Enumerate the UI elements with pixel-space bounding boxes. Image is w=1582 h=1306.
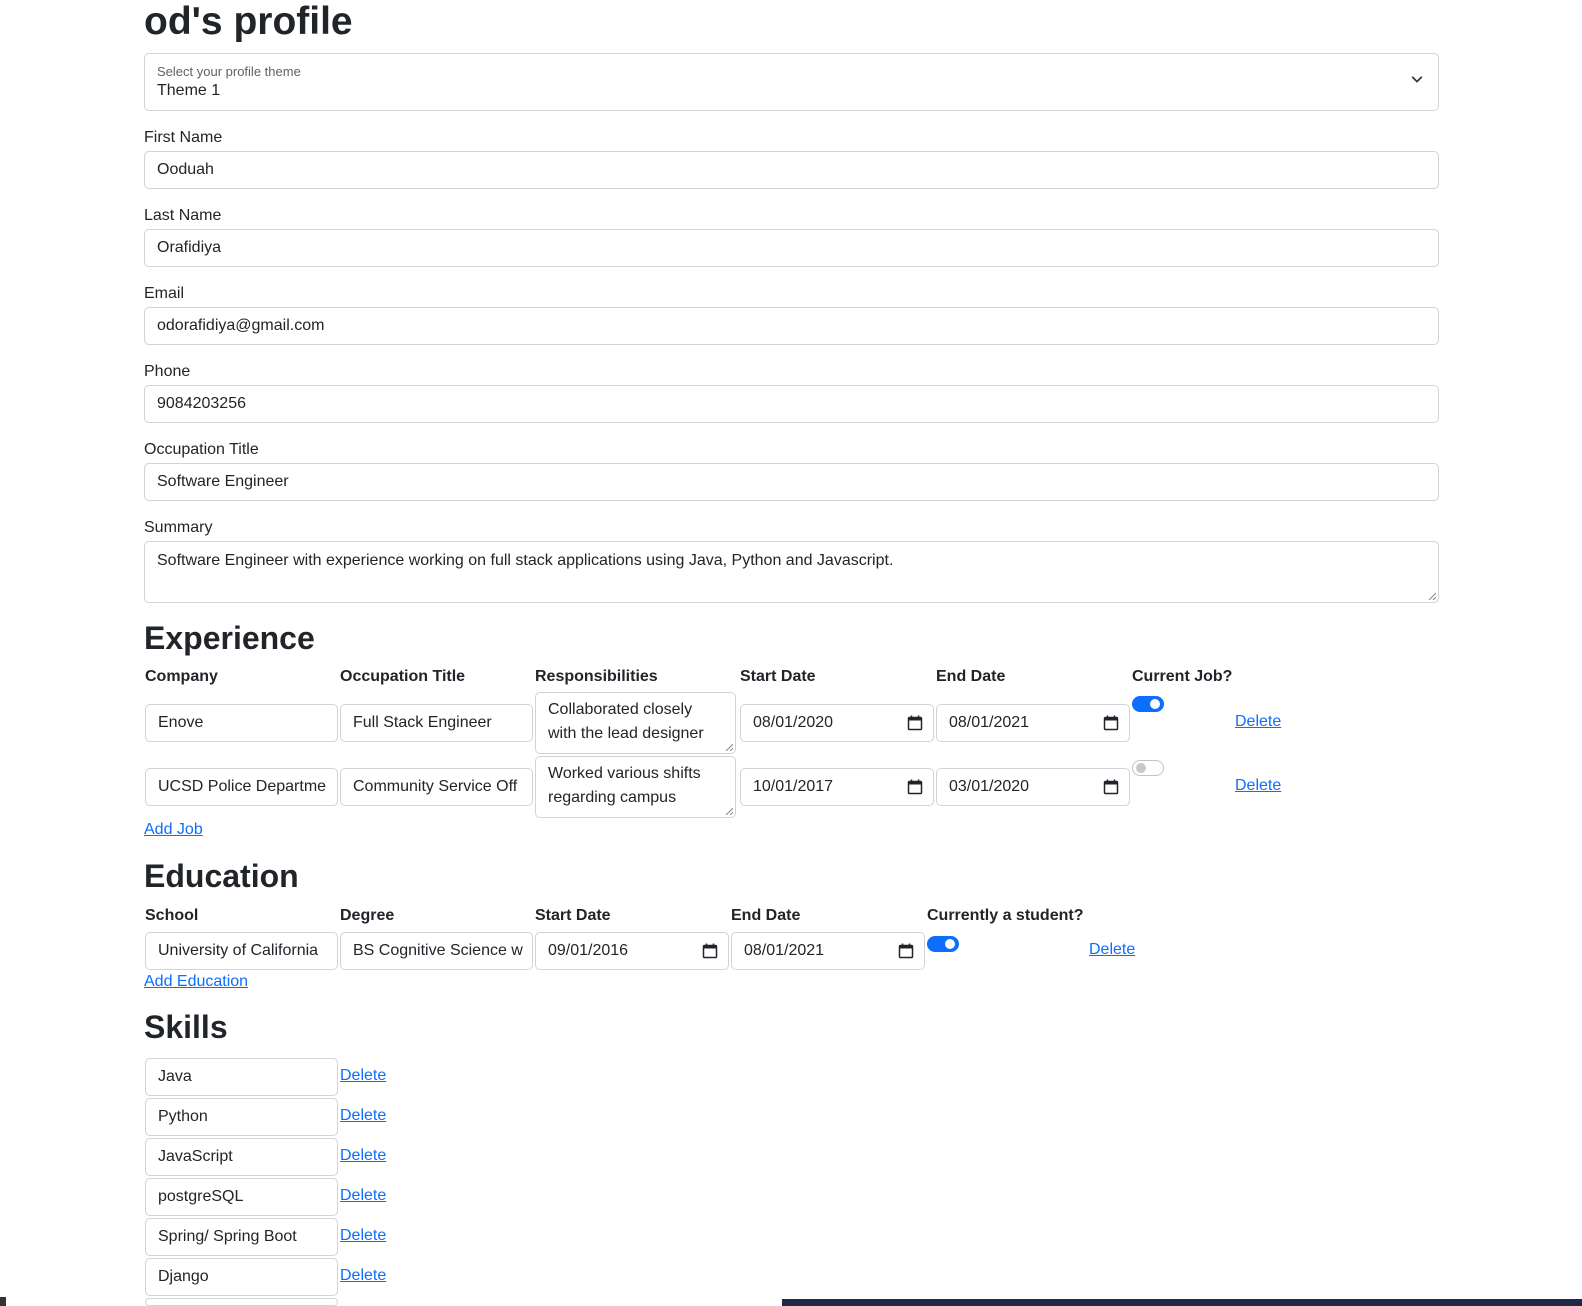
- calendar-icon[interactable]: [907, 779, 923, 795]
- col-start-date: Start Date: [740, 668, 816, 685]
- delete-skill-link[interactable]: Delete: [340, 1067, 386, 1085]
- education-school-input[interactable]: University of California: [145, 932, 338, 970]
- experience-end-date-input[interactable]: 08/01/2021: [936, 704, 1130, 742]
- calendar-icon[interactable]: [702, 943, 718, 959]
- col-school: School: [145, 907, 199, 924]
- theme-select[interactable]: Select your profile theme Theme 1: [144, 53, 1439, 111]
- start-date-value: 10/01/2017: [753, 778, 834, 795]
- calendar-icon[interactable]: [1103, 779, 1119, 795]
- col-occupation-title: Occupation Title: [340, 668, 466, 685]
- calendar-icon[interactable]: [907, 715, 923, 731]
- delete-education-link[interactable]: Delete: [1089, 941, 1135, 959]
- calendar-icon[interactable]: [1103, 715, 1119, 731]
- phone-label: Phone: [144, 363, 191, 380]
- theme-select-value: Theme 1: [157, 82, 221, 99]
- col-degree: Degree: [340, 907, 395, 924]
- toggle-knob: [1136, 763, 1146, 773]
- summary-label: Summary: [144, 519, 213, 536]
- last-name-input[interactable]: Orafidiya: [144, 229, 1439, 267]
- summary-textarea[interactable]: Software Engineer with experience workin…: [144, 541, 1439, 603]
- taskbar-strip: [782, 1299, 1582, 1306]
- summary-text: Software Engineer with experience workin…: [157, 552, 894, 569]
- add-job-link[interactable]: Add Job: [144, 821, 203, 839]
- skill-input-partial[interactable]: [145, 1298, 338, 1306]
- email-input[interactable]: odorafidiya@gmail.com: [144, 307, 1439, 345]
- add-education-link[interactable]: Add Education: [144, 973, 248, 991]
- theme-select-label: Select your profile theme: [157, 64, 301, 79]
- experience-company-input[interactable]: UCSD Police Departme: [145, 768, 338, 806]
- skill-input[interactable]: Spring/ Spring Boot: [145, 1218, 338, 1256]
- occupation-input[interactable]: Software Engineer: [144, 463, 1439, 501]
- start-date-value: 08/01/2020: [753, 714, 834, 731]
- experience-responsibilities-textarea[interactable]: Worked various shifts regarding campus: [535, 756, 736, 818]
- education-start-date-input[interactable]: 09/01/2016: [535, 932, 729, 970]
- start-date-value: 09/01/2016: [548, 942, 629, 959]
- email-label: Email: [144, 285, 185, 302]
- first-name-input[interactable]: Ooduah: [144, 151, 1439, 189]
- col-responsibilities: Responsibilities: [535, 668, 658, 685]
- experience-start-date-input[interactable]: 08/01/2020: [740, 704, 934, 742]
- phone-input[interactable]: 9084203256: [144, 385, 1439, 423]
- experience-company-input[interactable]: Enove: [145, 704, 338, 742]
- skill-input[interactable]: JavaScript: [145, 1138, 338, 1176]
- education-heading: Education: [144, 858, 299, 894]
- currently-student-toggle[interactable]: [927, 936, 959, 952]
- toggle-knob: [1150, 699, 1160, 709]
- experience-heading: Experience: [144, 620, 315, 656]
- experience-title-input[interactable]: Community Service Off: [340, 768, 533, 806]
- col-edu-start-date: Start Date: [535, 907, 611, 924]
- end-date-value: 08/01/2021: [949, 714, 1030, 731]
- last-name-label: Last Name: [144, 207, 222, 224]
- calendar-icon[interactable]: [898, 943, 914, 959]
- resize-handle-icon[interactable]: [725, 807, 733, 815]
- skill-input[interactable]: Java: [145, 1058, 338, 1096]
- col-company: Company: [145, 668, 218, 685]
- chevron-down-icon: [1411, 76, 1423, 83]
- window-corner: [0, 1297, 6, 1306]
- page-title: od's profile: [144, 0, 353, 43]
- skill-input[interactable]: Django: [145, 1258, 338, 1296]
- toggle-knob: [945, 939, 955, 949]
- skills-heading: Skills: [144, 1009, 228, 1045]
- skill-input[interactable]: Python: [145, 1098, 338, 1136]
- delete-skill-link[interactable]: Delete: [340, 1107, 386, 1125]
- resize-handle-icon[interactable]: [725, 743, 733, 751]
- resize-handle-icon[interactable]: [1428, 592, 1436, 600]
- delete-skill-link[interactable]: Delete: [340, 1227, 386, 1245]
- experience-title-input[interactable]: Full Stack Engineer: [340, 704, 533, 742]
- delete-experience-link[interactable]: Delete: [1235, 713, 1281, 731]
- responsibilities-text: Collaborated closely with the lead desig…: [548, 701, 704, 742]
- education-end-date-input[interactable]: 08/01/2021: [731, 932, 925, 970]
- experience-start-date-input[interactable]: 10/01/2017: [740, 768, 934, 806]
- current-job-toggle[interactable]: [1132, 696, 1164, 712]
- col-currently-student: Currently a student?: [927, 907, 1084, 924]
- responsibilities-text: Worked various shifts regarding campus: [548, 765, 701, 806]
- occupation-label: Occupation Title: [144, 441, 259, 458]
- delete-skill-link[interactable]: Delete: [340, 1147, 386, 1165]
- end-date-value: 03/01/2020: [949, 778, 1030, 795]
- skill-input[interactable]: postgreSQL: [145, 1178, 338, 1216]
- col-current-job: Current Job?: [1132, 668, 1233, 685]
- delete-skill-link[interactable]: Delete: [340, 1267, 386, 1285]
- delete-skill-link[interactable]: Delete: [340, 1187, 386, 1205]
- end-date-value: 08/01/2021: [744, 942, 825, 959]
- education-degree-input[interactable]: BS Cognitive Science w: [340, 932, 533, 970]
- current-job-toggle[interactable]: [1132, 760, 1164, 776]
- experience-responsibilities-textarea[interactable]: Collaborated closely with the lead desig…: [535, 692, 736, 754]
- first-name-label: First Name: [144, 129, 223, 146]
- experience-end-date-input[interactable]: 03/01/2020: [936, 768, 1130, 806]
- delete-experience-link[interactable]: Delete: [1235, 777, 1281, 795]
- col-end-date: End Date: [936, 668, 1006, 685]
- col-edu-end-date: End Date: [731, 907, 801, 924]
